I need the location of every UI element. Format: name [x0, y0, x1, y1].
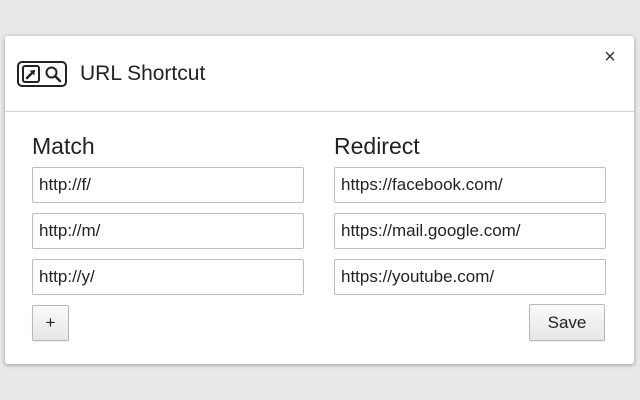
external-link-icon [21, 65, 41, 83]
close-button[interactable]: × [600, 47, 620, 67]
match-input-2[interactable] [32, 213, 304, 249]
match-column-heading: Match [32, 133, 95, 159]
redirect-input-2[interactable] [334, 213, 606, 249]
url-shortcut-dialog: URL Shortcut × Match Redirect + Save [5, 36, 634, 364]
app-logo [17, 61, 67, 87]
redirect-column-heading: Redirect [334, 133, 420, 159]
redirect-input-1[interactable] [334, 167, 606, 203]
add-rule-button[interactable]: + [32, 305, 69, 341]
match-input-1[interactable] [32, 167, 304, 203]
redirect-input-3[interactable] [334, 259, 606, 295]
match-input-3[interactable] [32, 259, 304, 295]
save-button[interactable]: Save [529, 304, 605, 341]
dialog-title: URL Shortcut [80, 62, 206, 85]
search-icon [43, 65, 63, 83]
dialog-header: URL Shortcut × [5, 36, 634, 112]
